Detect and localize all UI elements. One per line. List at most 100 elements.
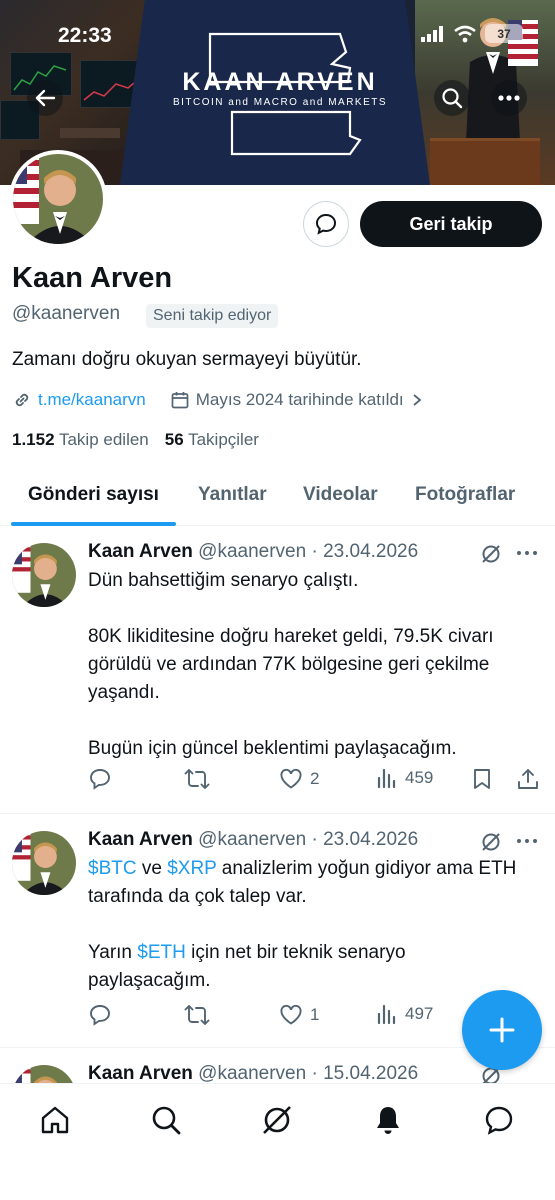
tweet[interactable]: Kaan Arven @kaanerven · 23.04.2026 Dün b… bbox=[0, 527, 555, 814]
signal-icon bbox=[421, 25, 443, 42]
chevron-right-icon[interactable] bbox=[410, 392, 424, 408]
message-button[interactable] bbox=[303, 201, 349, 247]
status-time: 22:33 bbox=[58, 24, 112, 47]
plus-icon bbox=[489, 1017, 515, 1043]
heart-icon bbox=[280, 768, 302, 789]
avatar-photo bbox=[12, 831, 76, 895]
banner-brand-tagline: BITCOIN and MACRO and MARKETS bbox=[172, 97, 388, 108]
nav-grok[interactable] bbox=[259, 1102, 295, 1138]
tweet-text: $BTC ve $XRP analizlerim yoğun gidiyor a… bbox=[88, 855, 533, 995]
nav-messages[interactable] bbox=[481, 1102, 517, 1138]
reply-icon bbox=[90, 1005, 110, 1026]
banner-podium bbox=[430, 138, 540, 185]
tweet-paragraph: Yarın $ETH için net bir teknik senaryo p… bbox=[88, 939, 533, 995]
avatar-photo bbox=[13, 154, 103, 244]
tweet-date: · 23.04.2026 bbox=[311, 541, 419, 562]
status-icons: 37 bbox=[421, 24, 523, 43]
tweet-more-button[interactable] bbox=[516, 539, 538, 562]
bookmark-icon bbox=[474, 769, 490, 789]
avatar-photo bbox=[12, 543, 76, 607]
like-button[interactable]: 1 bbox=[279, 1003, 319, 1027]
view-count: 459 bbox=[405, 768, 434, 787]
retweet-icon bbox=[184, 1005, 210, 1025]
cashtag-xrp[interactable]: $XRP bbox=[167, 858, 216, 879]
following-stat[interactable]: 1.152 Takip edilen bbox=[12, 430, 149, 450]
compose-button[interactable] bbox=[462, 990, 542, 1070]
follows-you-badge: Seni takip ediyor bbox=[146, 304, 279, 328]
profile-handle: @kaanerven bbox=[12, 303, 121, 324]
tweet-author-handle: @kaanerven bbox=[198, 829, 307, 850]
tweet-avatar[interactable] bbox=[12, 831, 76, 895]
followers-label: Takipçiler bbox=[188, 430, 259, 449]
tweet-paragraph: $BTC ve $XRP analizlerim yoğun gidiyor a… bbox=[88, 855, 533, 911]
nav-notifications[interactable] bbox=[370, 1102, 406, 1138]
reply-button[interactable] bbox=[88, 1003, 112, 1027]
tab-videos[interactable]: Videolar bbox=[303, 484, 378, 506]
reply-button[interactable] bbox=[88, 767, 112, 791]
views-button[interactable]: 497 bbox=[376, 1003, 433, 1025]
tweet-author-name[interactable]: Kaan Arven bbox=[88, 829, 193, 850]
view-count: 497 bbox=[405, 1004, 434, 1023]
tweet-header: Kaan Arven @kaanerven · 23.04.2026 bbox=[88, 541, 418, 563]
profile-avatar[interactable] bbox=[9, 150, 107, 248]
grok-icon[interactable] bbox=[480, 831, 502, 853]
cashtag-eth[interactable]: $ETH bbox=[137, 942, 186, 963]
following-label: Takip edilen bbox=[58, 430, 149, 449]
tab-replies[interactable]: Yanıtlar bbox=[198, 484, 267, 506]
share-button[interactable] bbox=[516, 767, 540, 791]
grok-icon[interactable] bbox=[480, 543, 502, 565]
more-icon bbox=[517, 551, 537, 555]
cashtag-btc[interactable]: $BTC bbox=[88, 858, 137, 879]
more-icon bbox=[517, 839, 537, 843]
profile-tabs: Gönderi sayısı Yanıtlar Videolar Fotoğra… bbox=[0, 470, 555, 526]
profile-display-name: Kaan Arven bbox=[12, 262, 173, 294]
bell-icon bbox=[377, 1107, 399, 1134]
tweet-paragraph: Bugün için güncel beklentimi paylaşacağı… bbox=[88, 738, 457, 759]
reply-icon bbox=[90, 769, 110, 790]
views-button[interactable]: 459 bbox=[376, 767, 433, 789]
link-icon bbox=[15, 393, 29, 407]
tweet-avatar[interactable] bbox=[12, 543, 76, 607]
search-icon bbox=[152, 1106, 181, 1135]
tweet-text-segment: Yarın bbox=[88, 942, 138, 963]
bookmark-button[interactable] bbox=[471, 767, 493, 791]
more-options-button[interactable] bbox=[491, 80, 527, 116]
followers-stat[interactable]: 56 Takipçiler bbox=[165, 430, 259, 450]
tweet-header: Kaan Arven @kaanerven · 23.04.2026 bbox=[88, 829, 418, 851]
banner-brand-title: KAAN ARVEN bbox=[182, 68, 378, 96]
tab-posts[interactable]: Gönderi sayısı bbox=[28, 484, 159, 506]
retweet-button[interactable] bbox=[184, 1003, 210, 1027]
arrow-left-icon bbox=[35, 89, 56, 107]
like-button[interactable]: 2 bbox=[279, 767, 319, 791]
tweet-date: · 23.04.2026 bbox=[311, 829, 419, 850]
nav-home[interactable] bbox=[37, 1102, 73, 1138]
tweet-header: Kaan Arven @kaanerven · 15.04.2026 bbox=[88, 1063, 418, 1083]
profile-link[interactable]: t.me/kaanarvn bbox=[38, 390, 146, 410]
profile-bio: Zamanı doğru okuyan sermayeyi büyütür. bbox=[12, 349, 362, 370]
following-count: 1.152 bbox=[12, 430, 55, 449]
wifi-icon bbox=[454, 25, 476, 42]
message-icon bbox=[315, 213, 337, 235]
like-count: 1 bbox=[310, 1005, 320, 1024]
profile-joined-date[interactable]: Mayıs 2024 tarihinde katıldı bbox=[196, 390, 404, 410]
share-icon bbox=[518, 769, 538, 789]
tweet-author-name[interactable]: Kaan Arven bbox=[88, 541, 193, 562]
search-button[interactable] bbox=[434, 80, 470, 116]
back-button[interactable] bbox=[27, 80, 63, 116]
followers-count: 56 bbox=[164, 430, 184, 449]
tweet-actions: 2 459 bbox=[88, 767, 543, 797]
follow-back-button[interactable]: Geri takip bbox=[360, 201, 542, 247]
tweet-author-handle: @kaanerven bbox=[198, 541, 307, 562]
bottom-navigation bbox=[0, 1083, 555, 1200]
nav-explore[interactable] bbox=[148, 1102, 184, 1138]
tweet-more-button[interactable] bbox=[516, 827, 538, 850]
tweet-date: · 15.04.2026 bbox=[311, 1063, 419, 1083]
tab-photos[interactable]: Fotoğraflar bbox=[415, 484, 515, 506]
retweet-button[interactable] bbox=[184, 767, 210, 791]
tweet-avatar[interactable] bbox=[12, 1065, 76, 1083]
tweet-author-name[interactable]: Kaan Arven bbox=[88, 1063, 193, 1083]
tweet-author-handle: @kaanerven bbox=[198, 1063, 307, 1083]
profile-meta: t.me/kaanarvn Mayıs 2024 tarihinde katıl… bbox=[12, 390, 424, 410]
tweet-paragraph: Dün bahsettiğim senaryo çalıştı. bbox=[88, 570, 359, 591]
message-icon bbox=[485, 1106, 513, 1135]
